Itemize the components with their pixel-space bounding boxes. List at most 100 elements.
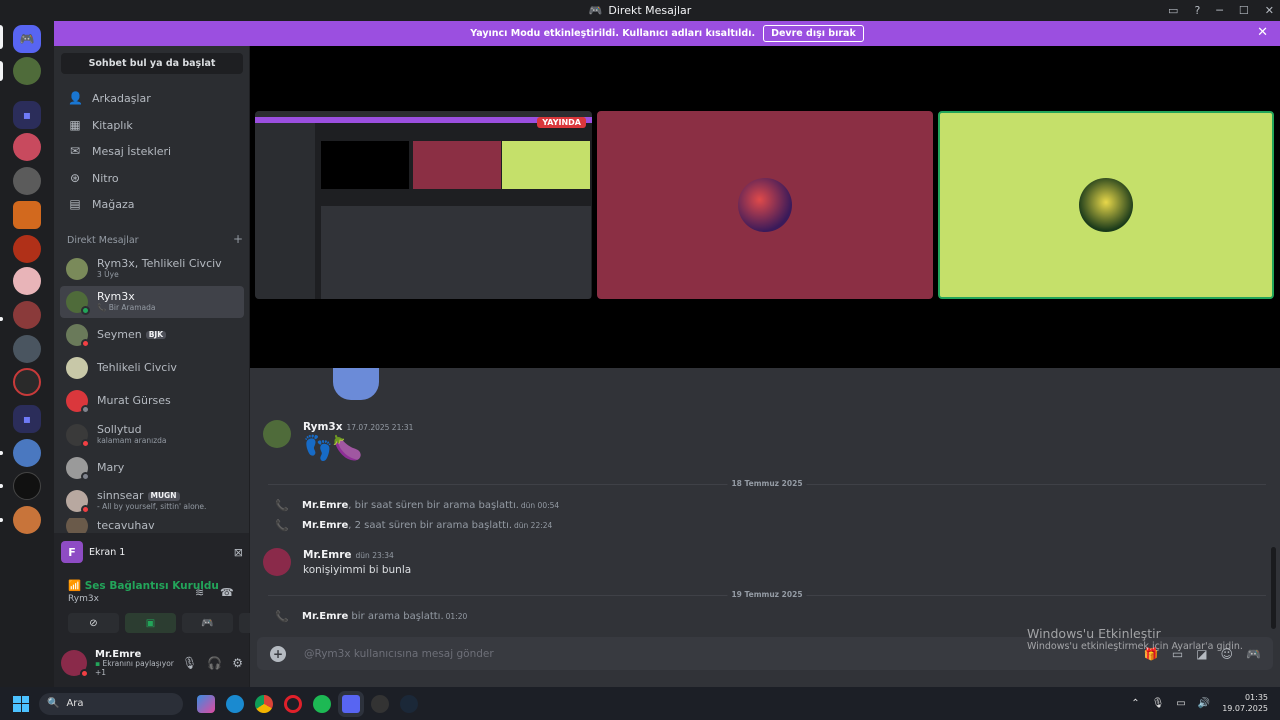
dm-name: Tehlikeli Civciv xyxy=(97,360,177,374)
apps-icon[interactable]: 🎮 xyxy=(1246,647,1261,661)
server-icon[interactable] xyxy=(13,368,41,396)
message-time: dün 23:34 xyxy=(355,551,394,560)
participant-avatar xyxy=(1079,178,1133,232)
opera-icon[interactable] xyxy=(284,694,302,713)
unread-dot xyxy=(0,484,3,488)
chevron-up-icon[interactable]: ⌃ xyxy=(1131,698,1139,709)
server-icon[interactable] xyxy=(13,133,41,161)
camera-off-button[interactable]: ⊘ xyxy=(68,613,119,633)
message-author[interactable]: Mr.Emre xyxy=(302,500,348,511)
stop-stream-icon[interactable]: ⊠ xyxy=(234,546,243,559)
avatar[interactable] xyxy=(263,420,291,448)
dm-item[interactable]: sinnsear MUGN - All by yourself, sittin' … xyxy=(60,485,244,517)
speaker-icon[interactable]: 🔊 xyxy=(1198,698,1210,709)
disconnect-icon[interactable]: ☎ xyxy=(220,586,234,599)
server-icon[interactable] xyxy=(13,335,41,363)
dm-item[interactable]: tecavuhav xyxy=(60,518,244,534)
phone-icon: 📞 xyxy=(275,499,289,512)
screen-share-button[interactable]: ▣ xyxy=(125,613,176,633)
stream-tile[interactable]: YAYINDA xyxy=(255,111,592,299)
help-icon[interactable]: ? xyxy=(1194,4,1200,17)
streamer-mode-banner: Yayıncı Modu etkinleştirildi. Kullanıcı … xyxy=(54,21,1280,46)
server-icon[interactable] xyxy=(13,267,41,295)
gear-icon[interactable]: ⚙ xyxy=(232,656,243,670)
clock[interactable]: 01:35 19.07.2025 xyxy=(1222,693,1268,715)
maximize-button[interactable]: ☐ xyxy=(1239,4,1249,17)
message-author[interactable]: Mr.Emre xyxy=(302,611,348,622)
app-icon[interactable] xyxy=(371,694,389,713)
dm-item[interactable]: Tehlikeli Civciv xyxy=(60,352,244,384)
nav-friends[interactable]: 👤 Arkadaşlar xyxy=(61,85,243,111)
nav-label: Arkadaşlar xyxy=(92,91,151,105)
server-icon[interactable] xyxy=(13,57,41,85)
nav-label: Mağaza xyxy=(92,197,135,211)
add-attachment-icon[interactable]: + xyxy=(270,645,286,662)
edge-icon[interactable] xyxy=(226,694,244,713)
create-dm-icon[interactable]: + xyxy=(233,232,243,246)
server-icon[interactable] xyxy=(13,506,41,534)
copilot-icon[interactable] xyxy=(197,694,215,713)
chrome-icon[interactable] xyxy=(255,694,273,713)
dm-name: Mary xyxy=(97,460,125,474)
screen-share-item[interactable]: F Ekran 1 ⊠ xyxy=(61,540,243,564)
activity-button[interactable]: 🎮 xyxy=(182,613,233,633)
spotify-icon[interactable] xyxy=(313,694,331,713)
message-author[interactable]: Mr.Emre xyxy=(303,549,352,561)
nav-store[interactable]: ▤ Mağaza xyxy=(61,191,243,217)
nav-library[interactable]: ▦ Kitaplık xyxy=(61,112,243,138)
discord-taskbar-icon[interactable] xyxy=(342,694,360,713)
message-author[interactable]: Rym3x xyxy=(303,421,342,433)
dm-item[interactable]: Murat Gürses xyxy=(60,385,244,417)
screen-share-icon: ▣ xyxy=(145,617,156,629)
chat-scrollbar[interactable] xyxy=(1271,547,1276,629)
server-icon[interactable] xyxy=(13,235,41,263)
nav-message-requests[interactable]: ✉ Mesaj İstekleri xyxy=(61,138,243,164)
server-icon[interactable] xyxy=(13,301,41,329)
wumpus-sticker xyxy=(333,368,379,400)
system-message: 📞 Mr.Emre, 2 saat süren bir arama başlat… xyxy=(275,519,552,532)
live-badge: YAYINDA xyxy=(537,117,586,128)
microphone-icon[interactable]: 🎙 xyxy=(182,656,197,670)
noise-suppression-icon[interactable]: ≋ xyxy=(195,586,204,599)
find-conversation-button[interactable]: Sohbet bul ya da başlat xyxy=(61,53,243,74)
monitor-icon[interactable]: ▭ xyxy=(1176,698,1185,709)
steam-icon[interactable] xyxy=(400,694,418,713)
avatar[interactable] xyxy=(61,650,89,678)
participant-tile[interactable] xyxy=(938,111,1274,299)
server-icon[interactable] xyxy=(13,201,41,229)
taskbar-search[interactable]: 🔍 Ara xyxy=(39,692,183,715)
close-icon[interactable]: ✕ xyxy=(1257,25,1268,40)
message-author[interactable]: Mr.Emre xyxy=(302,520,348,531)
microphone-icon[interactable]: 🎙 xyxy=(1152,698,1165,709)
close-button[interactable]: ✕ xyxy=(1265,4,1274,17)
headphones-icon[interactable]: 🎧 xyxy=(207,656,222,670)
phone-icon: 📞 xyxy=(97,303,107,312)
dm-item[interactable]: Rym3x, Tehlikeli Civciv 3 Üye xyxy=(60,253,244,285)
dm-item[interactable]: Mary xyxy=(60,452,244,484)
minimize-button[interactable]: ─ xyxy=(1216,4,1223,17)
dm-item[interactable]: Sollytud kalamam aranızda xyxy=(60,419,244,451)
folder-icon[interactable]: ▪ xyxy=(13,405,41,433)
windows-start-icon[interactable] xyxy=(13,695,29,712)
participant-tile[interactable] xyxy=(597,111,933,299)
signal-icon: 📶 xyxy=(68,580,82,592)
folder-icon[interactable]: ▪ xyxy=(13,101,41,129)
server-icon[interactable] xyxy=(13,439,41,467)
server-icon[interactable] xyxy=(13,167,41,195)
dm-item[interactable]: Seymen BJK xyxy=(60,319,244,351)
message-header: Mr.Emre dün 23:34 xyxy=(303,549,394,561)
taskbar: 🔍 Ara ⌃ 🎙 ▭ 🔊 01:35 19.07.2025 xyxy=(0,687,1280,720)
dm-item-selected[interactable]: Rym3x 📞 Bir Aramada xyxy=(60,286,244,318)
dm-header-label: Direkt Mesajlar xyxy=(67,235,139,246)
gamepad-icon: 🎮 xyxy=(201,617,214,629)
disable-streamer-mode-button[interactable]: Devre dışı bırak xyxy=(763,25,864,42)
call-stage: YAYINDA xyxy=(250,46,1280,368)
participant-avatar xyxy=(738,178,792,232)
server-icon[interactable] xyxy=(13,472,41,500)
nav-nitro[interactable]: ⊛ Nitro xyxy=(61,165,243,191)
dm-home-icon[interactable]: 🎮 xyxy=(13,25,41,53)
avatar[interactable] xyxy=(263,548,291,576)
inbox-icon[interactable]: ▭ xyxy=(1168,4,1178,17)
system-message: 📞 Mr.Emre bir arama başlattı. 01:20 xyxy=(275,610,467,623)
avatar xyxy=(66,324,90,348)
